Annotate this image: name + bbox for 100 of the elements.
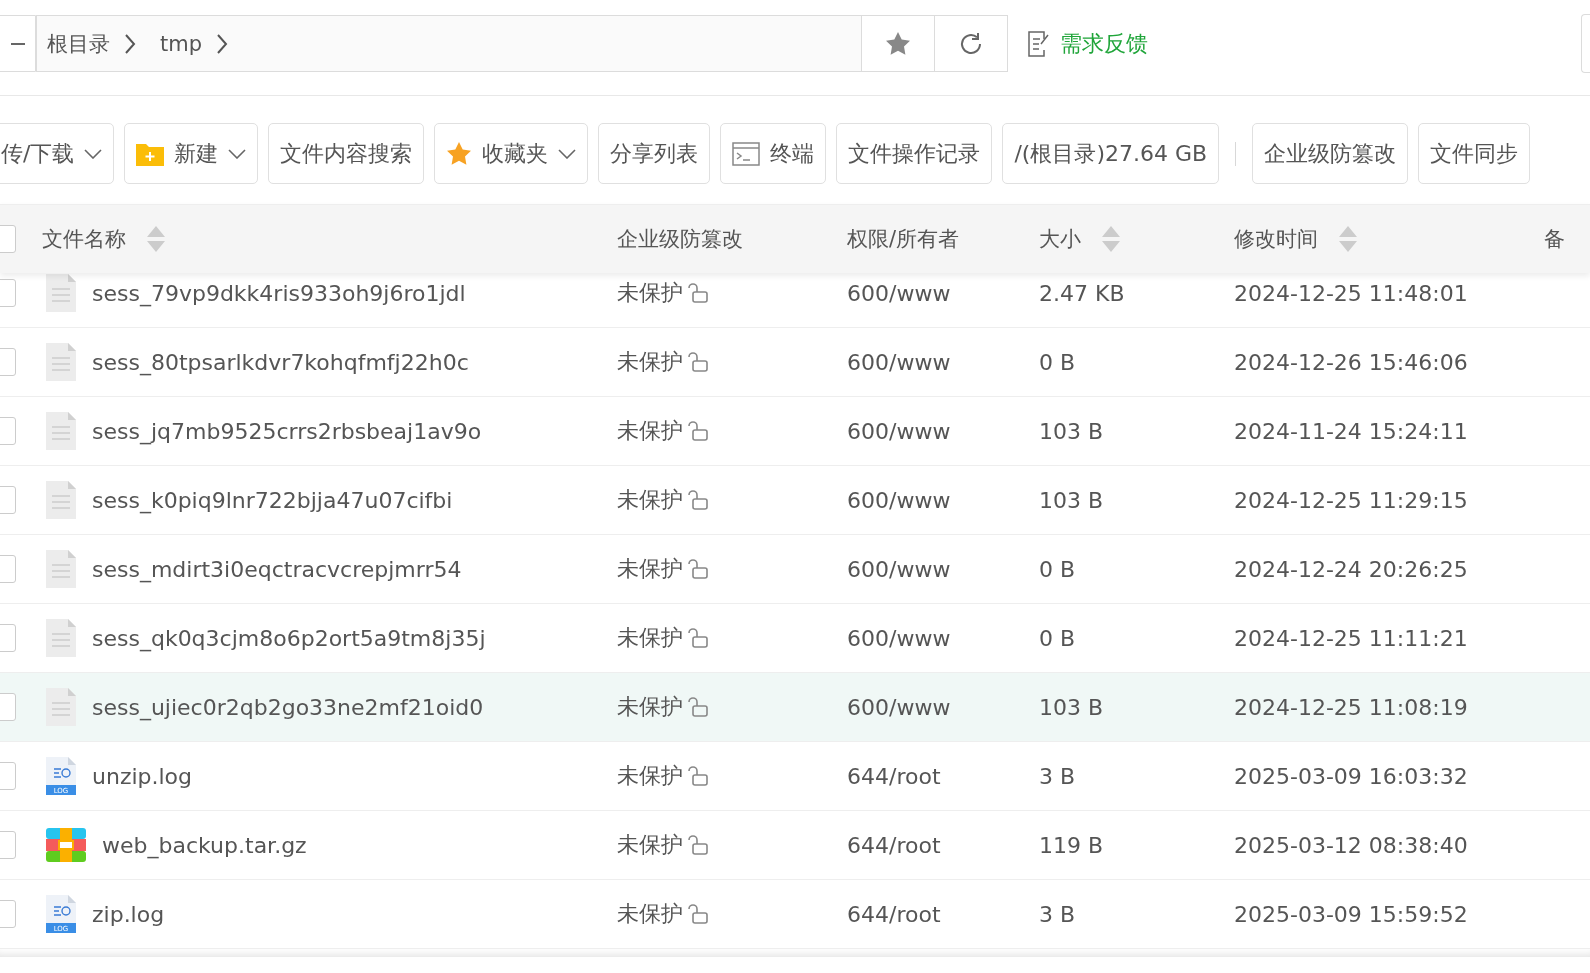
size-cell-text: 0 B	[1039, 556, 1077, 582]
size-cell-text: 3 B	[1039, 901, 1077, 927]
size-cell-text: 0 B	[1039, 349, 1077, 375]
toolbar-button[interactable]: 文件同步	[1418, 123, 1531, 184]
permission-cell-text: 644/root	[847, 763, 942, 789]
column-header[interactable]: 文件名称	[42, 225, 126, 253]
protection-status: 未保护	[617, 900, 683, 928]
unlocked-icon	[687, 903, 709, 925]
permission-cell-text: 600/www	[847, 349, 952, 375]
chevron-down-icon	[228, 148, 247, 159]
unlocked-icon	[687, 489, 709, 511]
file-name[interactable]: sess_ujiec0r2qb2go33ne2mf21oid0	[92, 694, 484, 720]
document-icon	[46, 412, 76, 450]
size-cell-text: 103 B	[1039, 694, 1105, 720]
chevron-right-icon	[124, 32, 136, 55]
chevron-right-icon	[216, 32, 229, 55]
file-name[interactable]: unzip.log	[92, 763, 193, 789]
unlocked-icon	[687, 834, 709, 856]
sort-icon[interactable]	[1338, 225, 1358, 253]
modified-time-cell-text: 2024-12-25 11:29:15	[1234, 487, 1469, 513]
chevron-down-icon	[84, 148, 103, 159]
modified-time-cell-text: 2025-03-09 15:59:52	[1234, 901, 1469, 927]
modified-time-cell-text: 2024-11-24 15:24:11	[1234, 418, 1469, 444]
file-name[interactable]: web_backup.tar.gz	[102, 832, 307, 858]
permission-cell-text: 600/www	[847, 487, 952, 513]
modified-time-cell-text: 2025-03-12 08:38:40	[1234, 832, 1469, 858]
protection-status: 未保护	[617, 555, 683, 583]
permission-cell-text: 600/www	[847, 694, 952, 720]
toolbar-button[interactable]: 分享列表	[598, 123, 711, 184]
refresh-button[interactable]	[934, 15, 1008, 72]
size-cell-text: 119 B	[1039, 832, 1105, 858]
permission-cell-text: 600/www	[847, 280, 952, 306]
sort-icon[interactable]	[1101, 225, 1121, 253]
protection-status: 未保护	[617, 417, 683, 445]
toolbar-button[interactable]: 文件内容搜索	[268, 123, 425, 184]
column-header[interactable]: 修改时间	[1234, 225, 1318, 253]
file-name[interactable]: zip.log	[92, 901, 165, 927]
file-name[interactable]: sess_mdirt3i0eqctracvcrepjmrr54	[92, 556, 462, 582]
file-name[interactable]: sess_79vp9dkk4ris933oh9j6ro1jdl	[92, 280, 466, 306]
toolbar-button[interactable]: 企业级防篡改	[1252, 123, 1409, 184]
toolbar-button[interactable]: 收藏夹	[434, 123, 589, 184]
archive-icon	[46, 828, 86, 862]
toolbar-button[interactable]: 传/下载	[0, 123, 115, 184]
protection-status: 未保护	[617, 693, 683, 721]
star-icon	[885, 31, 911, 56]
file-name[interactable]: sess_qk0q3cjm8o6p2ort5a9tm8j35j	[92, 625, 486, 651]
size-cell-text: 103 B	[1039, 418, 1105, 444]
toolbar-button[interactable]: 新建	[124, 123, 259, 184]
toolbar-button[interactable]: 文件操作记录	[836, 123, 993, 184]
document-icon	[46, 688, 76, 726]
document-icon	[46, 619, 76, 657]
file-name[interactable]: sess_k0piq9lnr722bjja47u07cifbi	[92, 487, 453, 513]
column-header[interactable]: 大小	[1039, 225, 1081, 253]
unlocked-icon	[687, 351, 709, 373]
size-cell-text: 103 B	[1039, 487, 1105, 513]
toolbar-button[interactable]: /(根目录)27.64 GB	[1002, 123, 1220, 184]
permission-cell-text: 600/www	[847, 625, 952, 651]
column-header: 备	[1544, 226, 1565, 253]
column-header: 权限/所有者	[847, 226, 960, 253]
modified-time-cell-text: 2024-12-24 20:26:25	[1234, 556, 1469, 582]
toolbar-button[interactable]: 终端	[720, 123, 827, 184]
folder-plus-icon	[136, 141, 165, 166]
modified-time-cell-text: 2024-12-25 11:48:01	[1234, 280, 1469, 306]
unlocked-icon	[687, 420, 709, 442]
protection-status: 未保护	[617, 486, 683, 514]
breadcrumb-link[interactable]: tmp	[160, 31, 217, 56]
size-cell-text: 3 B	[1039, 763, 1077, 789]
file-name[interactable]: sess_jq7mb9525crrs2rbsbeaj1av9o	[92, 418, 482, 444]
unlocked-icon	[687, 765, 709, 787]
edit-note-icon	[1028, 30, 1050, 57]
star-icon	[446, 141, 473, 166]
chevron-down-icon	[558, 148, 577, 159]
sort-icon[interactable]	[146, 225, 166, 253]
unlocked-icon	[687, 627, 709, 649]
protection-status: 未保护	[617, 831, 683, 859]
file-row[interactable]: sess_ujiec0r2qb2go33ne2mf21oid0 未保护 600/www 103 B 2024-12-25 11:08:19	[0, 673, 1590, 742]
modified-time-cell-text: 2024-12-25 11:08:19	[1234, 694, 1469, 720]
unlocked-icon	[687, 282, 709, 304]
file-row[interactable]: sess_79vp9dkk4ris933oh9j6ro1jdl 未保护 600/www 2.47 KB 2024-12-25 11:48:01	[0, 273, 1590, 328]
modified-time-cell-text: 2025-03-09 16:03:32	[1234, 763, 1469, 789]
size-cell-text: 0 B	[1039, 625, 1077, 651]
terminal-icon	[732, 141, 761, 166]
unlocked-icon	[687, 558, 709, 580]
breadcrumb-link[interactable]: 根目录	[47, 29, 124, 58]
document-icon	[46, 550, 76, 588]
protection-status: 未保护	[617, 762, 683, 790]
column-header: 企业级防篡改	[617, 226, 743, 253]
protection-status: 未保护	[617, 348, 683, 376]
protection-status: 未保护	[617, 624, 683, 652]
file-name[interactable]: sess_80tpsarlkdvr7kohqfmfj22h0c	[92, 349, 469, 375]
favorite-button[interactable]	[861, 15, 935, 72]
permission-cell-text: 600/www	[847, 556, 952, 582]
modified-time-cell-text: 2024-12-25 11:11:21	[1234, 625, 1469, 651]
permission-cell-text: 644/root	[847, 832, 942, 858]
permission-cell-text: 644/root	[847, 901, 942, 927]
protection-status: 未保护	[617, 279, 683, 307]
document-icon	[46, 343, 76, 381]
document-icon	[46, 481, 76, 519]
permission-cell-text: 600/www	[847, 418, 952, 444]
breadcrumb-bar[interactable]: 根目录 tmp	[36, 15, 862, 72]
